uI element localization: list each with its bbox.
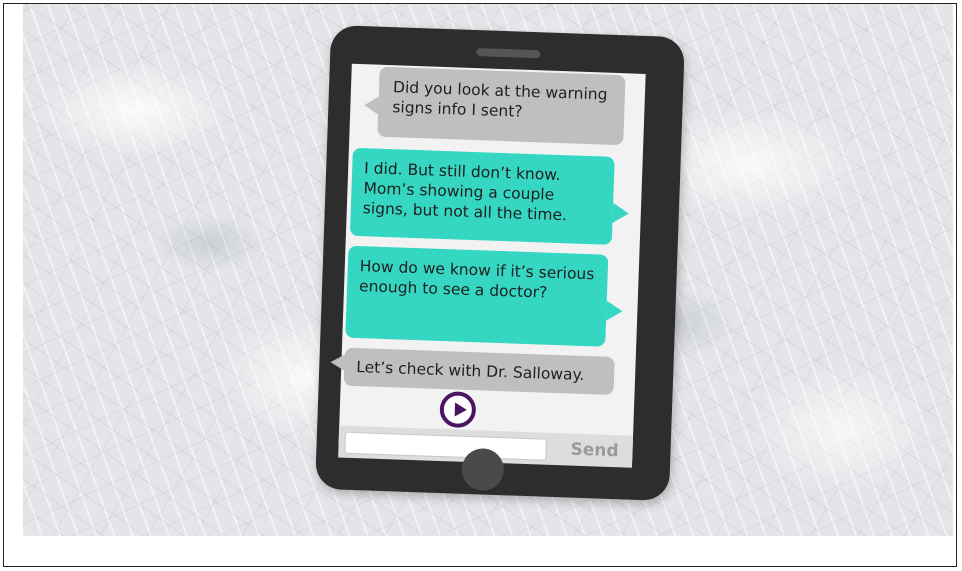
phone-screen: Did you look at the warning signs info I…: [338, 63, 646, 468]
phone-device: Did you look at the warning signs info I…: [315, 24, 685, 502]
send-button[interactable]: Send: [570, 440, 619, 462]
message-text: Let’s check with Dr. Salloway.: [355, 358, 585, 385]
message-text: How do we know if it’s serious enough to…: [358, 257, 595, 302]
phone-speaker: [476, 48, 541, 59]
message-bubble-outgoing: I did. But still don’t know. Mom’s showi…: [349, 147, 615, 245]
message-text: Did you look at the warning signs info I…: [392, 78, 608, 121]
play-button[interactable]: [439, 391, 477, 429]
message-input[interactable]: [344, 431, 547, 461]
message-bubble-incoming: Did you look at the warning signs info I…: [377, 66, 626, 146]
message-bubble-incoming: Let’s check with Dr. Salloway.: [343, 347, 615, 396]
image-frame: Did you look at the warning signs info I…: [3, 3, 957, 567]
home-button[interactable]: [461, 447, 505, 492]
message-bubble-outgoing: How do we know if it’s serious enough to…: [345, 245, 609, 347]
play-icon: [454, 402, 468, 417]
message-text: I did. But still don’t know. Mom’s showi…: [362, 159, 568, 225]
